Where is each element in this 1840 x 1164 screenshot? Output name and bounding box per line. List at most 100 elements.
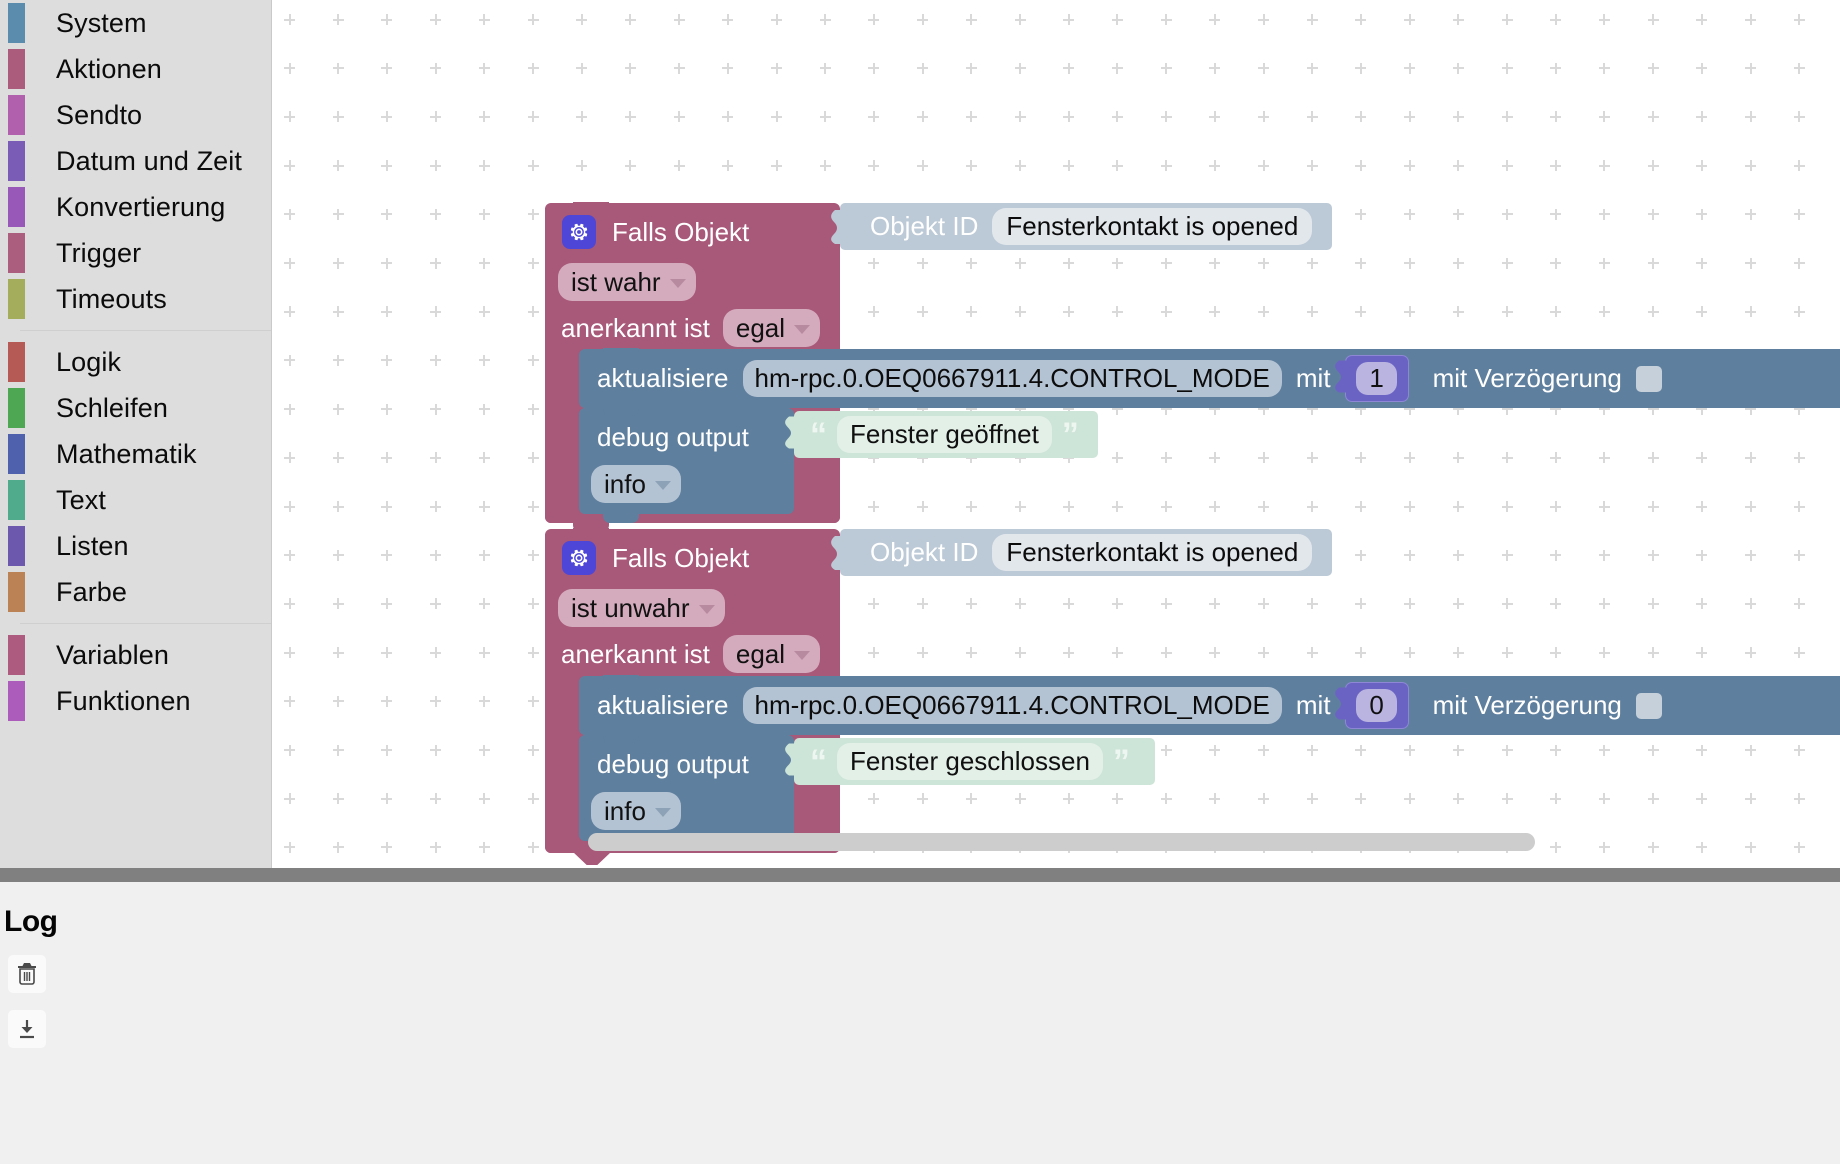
toolbox-category-swatch <box>8 526 25 566</box>
ack-value: egal <box>735 638 786 669</box>
toolbox-item-aktionen[interactable]: Aktionen <box>0 46 271 92</box>
toolbox-category-swatch <box>8 3 25 43</box>
chevron-down-icon <box>654 481 671 490</box>
toolbox-item-logik[interactable]: Logik <box>0 339 271 385</box>
blockly-editor-root: System Aktionen Sendto Datum und Zeit Konver… <box>0 0 1840 1164</box>
log-panel-title: Log <box>4 905 58 938</box>
ack-value: egal <box>735 312 786 343</box>
delay-checkbox[interactable] <box>1635 365 1662 392</box>
debug-severity-dropdown-closed[interactable]: info <box>591 792 681 830</box>
delay-label: mit Verzögerung <box>1432 690 1622 720</box>
toolbox-group-core: System Aktionen Sendto Datum und Zeit Konver… <box>0 0 271 322</box>
if-block-title: Falls Objekt <box>612 216 750 247</box>
toolbox-sidebar[interactable]: System Aktionen Sendto Datum und Zeit Konver… <box>0 0 272 868</box>
toolbox-category-swatch <box>8 233 25 273</box>
toolbox-separator-2 <box>20 623 271 624</box>
delay-checkbox[interactable] <box>1635 692 1662 719</box>
toolbox-item-sendto[interactable]: Sendto <box>0 92 271 138</box>
toolbox-item-farbe[interactable]: Farbe <box>0 569 271 615</box>
text-value-field[interactable]: Fenster geöffnet <box>837 416 1052 453</box>
objekt-id-block-open[interactable]: Objekt ID Fensterkontakt is opened <box>831 203 1332 250</box>
toolbox-item-listen[interactable]: Listen <box>0 523 271 569</box>
number-connector-notch <box>1333 687 1346 724</box>
debug-severity-value: info <box>604 795 646 826</box>
number-connector-notch <box>1333 360 1346 397</box>
text-connector-notch <box>783 743 795 780</box>
toolbox-category-swatch <box>8 480 25 520</box>
toolbox-category-swatch <box>8 342 25 382</box>
debug-label: debug output <box>597 421 749 452</box>
text-value-field[interactable]: Fenster geschlossen <box>837 743 1103 780</box>
update-block-open[interactable]: aktualisiere hm-rpc.0.OEQ0667911.4.CONTR… <box>579 348 1840 408</box>
toolbox-item-trigger[interactable]: Trigger <box>0 230 271 276</box>
chevron-down-icon <box>794 325 811 334</box>
log-panel-divider[interactable] <box>0 868 1840 882</box>
ack-dropdown-closed[interactable]: egal <box>722 635 821 673</box>
block-notch-bottom <box>573 852 611 865</box>
debug-label: debug output <box>597 748 749 779</box>
text-block-open[interactable]: “ Fenster geöffnet ” <box>785 411 1098 458</box>
update-label: aktualisiere <box>597 363 729 393</box>
debug-severity-dropdown-open[interactable]: info <box>591 465 681 503</box>
log-clear-button[interactable] <box>8 955 46 993</box>
update-label: aktualisiere <box>597 690 729 720</box>
toolbox-category-swatch <box>8 388 25 428</box>
ack-dropdown-open[interactable]: egal <box>722 309 821 347</box>
toolbox-category-swatch <box>8 49 25 89</box>
chevron-down-icon <box>794 651 811 660</box>
gear-icon[interactable] <box>562 215 596 249</box>
toolbox-item-label: Datum und Zeit <box>56 145 242 176</box>
log-panel: Log 13:55:25.667[info]javascript.0 scrip… <box>0 882 1840 1164</box>
toolbox-item-mathematik[interactable]: Mathematik <box>0 431 271 477</box>
if-condition-value: ist unwahr <box>571 592 690 623</box>
objekt-id-label: Objekt ID <box>870 211 979 241</box>
toolbox-item-label: Listen <box>56 530 129 561</box>
toolbox-item-label: Farbe <box>56 576 128 607</box>
toolbox-item-label: Konvertierung <box>56 191 226 222</box>
toolbox-item-label: System <box>56 7 147 38</box>
gear-icon[interactable] <box>562 541 596 575</box>
debug-severity-value: info <box>604 468 646 499</box>
if-condition-dropdown-closed[interactable]: ist unwahr <box>558 589 725 627</box>
toolbox-item-funktionen[interactable]: Funktionen <box>0 678 271 724</box>
if-block-title: Falls Objekt <box>612 542 750 573</box>
update-target-field[interactable]: hm-rpc.0.OEQ0667911.4.CONTROL_MODE <box>742 360 1282 397</box>
chevron-down-icon <box>698 605 715 614</box>
text-block-closed[interactable]: “ Fenster geschlossen ” <box>785 738 1155 785</box>
log-download-button[interactable] <box>8 1010 46 1048</box>
toolbox-item-system[interactable]: System <box>0 0 271 46</box>
toolbox-item-label: Schleifen <box>56 392 168 423</box>
block-notch-top <box>573 202 609 211</box>
debug-block-open[interactable]: debug output info <box>579 407 794 523</box>
toolbox-category-swatch <box>8 681 25 721</box>
blockly-workspace[interactable]: Falls Objekt ist wahr anerkannt ist egal <box>272 0 1840 868</box>
toolbox-item-schleifen[interactable]: Schleifen <box>0 385 271 431</box>
objekt-id-value-field[interactable]: Fensterkontakt is opened <box>992 534 1313 571</box>
toolbox-item-timeouts[interactable]: Timeouts <box>0 276 271 322</box>
objekt-id-value-field[interactable]: Fensterkontakt is opened <box>992 208 1313 245</box>
toolbox-item-label: Trigger <box>56 237 142 268</box>
number-field[interactable]: 0 <box>1356 689 1397 722</box>
workspace-horizontal-scrollbar[interactable] <box>588 833 1535 851</box>
number-field[interactable]: 1 <box>1356 362 1397 395</box>
number-block-value-closed[interactable]: 0 <box>1344 682 1409 729</box>
number-block-value-open[interactable]: 1 <box>1344 355 1409 402</box>
update-target-field[interactable]: hm-rpc.0.OEQ0667911.4.CONTROL_MODE <box>742 687 1282 724</box>
if-condition-value: ist wahr <box>571 266 661 297</box>
update-block-closed[interactable]: aktualisiere hm-rpc.0.OEQ0667911.4.CONTR… <box>579 675 1840 735</box>
toolbox-item-konvertierung[interactable]: Konvertierung <box>0 184 271 230</box>
if-condition-dropdown-open[interactable]: ist wahr <box>558 263 696 301</box>
toolbox-item-label: Text <box>56 484 106 515</box>
objekt-id-block-closed[interactable]: Objekt ID Fensterkontakt is opened <box>831 529 1332 576</box>
debug-block-closed[interactable]: debug output info <box>579 734 794 850</box>
toolbox-category-swatch <box>8 279 25 319</box>
toolbox-category-swatch <box>8 572 25 612</box>
toolbox-item-datum-und-zeit[interactable]: Datum und Zeit <box>0 138 271 184</box>
toolbox-item-text[interactable]: Text <box>0 477 271 523</box>
toolbox-item-label: Variablen <box>56 639 169 670</box>
toolbox-item-variablen[interactable]: Variablen <box>0 632 271 678</box>
block-notch-bottom <box>603 513 639 523</box>
toolbox-group-logic: Logik Schleifen Mathematik Text Listen Farbe <box>0 339 271 615</box>
toolbox-item-label: Logik <box>56 346 122 377</box>
toolbox-category-swatch <box>8 95 25 135</box>
